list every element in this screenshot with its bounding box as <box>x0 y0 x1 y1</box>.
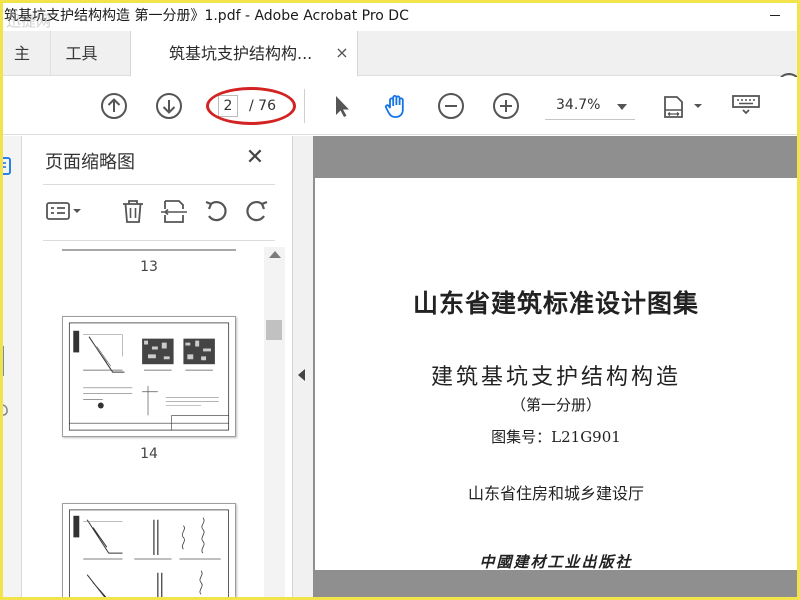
page-thumbnail-preview <box>68 322 230 431</box>
insert-page-button[interactable] <box>159 196 189 226</box>
panel-title: 页面缩略图 <box>45 152 135 173</box>
pdf-page: 山东省建筑标准设计图集 建筑基坑支护结构构造 （第一分册） 图集号：L21G90… <box>315 178 797 571</box>
zoom-in-button[interactable] <box>491 91 521 121</box>
panel-divider <box>43 240 275 241</box>
hand-tool-button[interactable] <box>381 91 411 121</box>
document-subtitle: 建筑基坑支护结构构造 <box>430 365 681 390</box>
tab-bar: 主页 工具 筑基坑支护结构构... × ? <box>0 31 800 108</box>
select-arrow-icon <box>336 96 349 117</box>
window-title: 筑基坑支护结构构造 第一分册》1.pdf - Adobe Acrobat Pro… <box>4 8 409 24</box>
tab-document-label: 筑基坑支护结构构... <box>169 44 313 63</box>
minimize-button[interactable] <box>760 4 790 26</box>
page-thumbnail-preview <box>69 509 229 600</box>
select-tool-button[interactable] <box>327 91 357 121</box>
rotate-counterclockwise-button[interactable] <box>201 196 231 226</box>
thumbnail-scrollbar[interactable] <box>264 247 285 600</box>
main-toolbar: 2 / 76 34.7% <box>0 77 800 135</box>
document-press: 中國建材工业出版社 <box>479 553 633 571</box>
scrollbar-thumb[interactable] <box>266 320 282 340</box>
thumbnail-page-number: 14 <box>140 446 158 462</box>
rotate-left-icon <box>205 200 227 222</box>
close-panel-icon[interactable]: ✕ <box>243 146 267 170</box>
page-fit-button[interactable] <box>660 91 706 121</box>
page-fit-icon <box>664 96 702 118</box>
panel-divider <box>43 184 275 185</box>
left-navigation-rail <box>0 136 22 600</box>
chevron-left-icon <box>298 369 305 381</box>
delete-page-button[interactable] <box>118 196 148 226</box>
arrow-down-circle-icon <box>156 93 182 119</box>
keyboard-icon <box>732 95 760 115</box>
zoom-out-button[interactable] <box>436 91 466 121</box>
hand-tool-icon <box>384 95 404 118</box>
thumbnail-page-number: 13 <box>140 259 158 275</box>
toolbar-divider <box>304 89 305 123</box>
document-viewer[interactable]: 山东省建筑标准设计图集 建筑基坑支护结构构造 （第一分册） 图集号：L21G90… <box>313 136 800 600</box>
previous-page-button[interactable] <box>99 91 129 121</box>
page-gap <box>313 570 800 600</box>
thumbnail-page-13-edge[interactable] <box>62 248 236 251</box>
tab-close-icon[interactable]: × <box>333 44 351 62</box>
rotate-right-icon <box>246 200 268 222</box>
bookmark-nav-icon[interactable] <box>2 346 8 376</box>
document-title: 山东省建筑标准设计图集 <box>412 289 699 318</box>
insert-page-icon <box>161 200 187 223</box>
arrow-up-circle-icon <box>101 93 127 119</box>
page-thumbnails-nav-icon[interactable] <box>0 156 14 176</box>
scroll-up-arrow-icon[interactable] <box>269 251 281 258</box>
zoom-out-icon <box>438 93 464 119</box>
minimize-icon <box>770 14 780 16</box>
page-highlight-annotation <box>206 87 296 125</box>
tab-document[interactable]: 筑基坑支护结构构... × <box>131 31 358 76</box>
tab-tools[interactable]: 工具 <box>50 31 112 76</box>
options-menu-icon <box>46 202 81 220</box>
title-bar: 筑基坑支护结构构造 第一分册》1.pdf - Adobe Acrobat Pro… <box>0 0 800 31</box>
thumbnail-page-15[interactable] <box>62 503 236 600</box>
next-page-button[interactable] <box>154 91 184 121</box>
zoom-in-icon <box>493 93 519 119</box>
attachment-nav-icon[interactable] <box>0 404 10 420</box>
document-publisher: 山东省住房和城乡建设厅 <box>467 484 644 503</box>
zoom-level-dropdown[interactable]: 34.7% <box>545 94 635 120</box>
rotate-clockwise-button[interactable] <box>242 196 272 226</box>
chevron-down-icon <box>617 104 627 110</box>
document-atlas-code: 图集号：L21G901 <box>491 428 621 446</box>
document-volume: （第一分册） <box>510 396 601 414</box>
tab-home[interactable]: 主页 <box>0 31 34 108</box>
thumbnail-options-button[interactable] <box>45 196 85 226</box>
zoom-level-value: 34.7% <box>556 97 601 113</box>
keyboard-shortcuts-button[interactable] <box>730 91 762 121</box>
trash-icon <box>123 200 143 223</box>
collapse-panel-button[interactable] <box>293 136 313 600</box>
thumbnail-page-14[interactable] <box>62 316 236 437</box>
